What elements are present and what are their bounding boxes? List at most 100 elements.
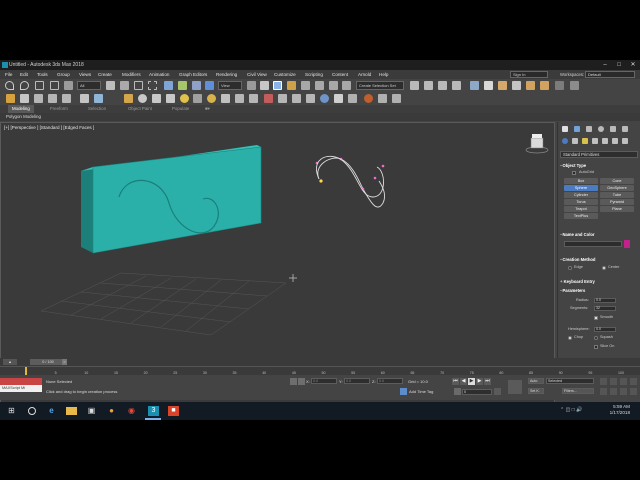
- zoom-extents-all-icon[interactable]: [630, 378, 637, 385]
- object-name-field[interactable]: [564, 241, 622, 247]
- keyboard-entry-rollout[interactable]: Keyboard Entry: [560, 278, 638, 285]
- edit-named-sets-icon[interactable]: [342, 81, 351, 90]
- render-options-icon[interactable]: [378, 94, 387, 103]
- z-coordinate-field[interactable]: 0.0: [377, 378, 403, 384]
- center-radio[interactable]: [602, 266, 606, 270]
- toggle-scene-explorer-icon[interactable]: [438, 81, 447, 90]
- taper-icon[interactable]: [306, 94, 315, 103]
- mini-curve-editor-icon[interactable]: ▲: [3, 359, 17, 365]
- scene-explorer-icon[interactable]: [34, 94, 43, 103]
- cone-button[interactable]: Cone: [600, 178, 634, 184]
- file-explorer-icon[interactable]: [66, 407, 77, 415]
- rect-selection-icon[interactable]: [134, 81, 143, 90]
- isolate-selection-icon[interactable]: [290, 378, 297, 385]
- maximize-viewport-icon[interactable]: [630, 388, 637, 395]
- set-key-icon[interactable]: [508, 380, 522, 394]
- space-warps-icon[interactable]: [612, 138, 618, 144]
- menu-edit[interactable]: Edit: [20, 70, 28, 79]
- box-button[interactable]: Box: [564, 178, 598, 184]
- maxscript-field[interactable]: MAXScript Mi: [0, 385, 42, 392]
- key-mode-icon[interactable]: [454, 388, 461, 395]
- rendered-frame-window-icon[interactable]: [526, 81, 535, 90]
- menu-rendering[interactable]: Rendering: [216, 70, 237, 79]
- name-and-color-rollout[interactable]: Name and Color: [560, 231, 638, 238]
- motion-panel-icon[interactable]: [598, 126, 604, 132]
- modifier-list-icon[interactable]: [278, 94, 287, 103]
- recorder-taskbar-icon[interactable]: ■: [168, 406, 179, 416]
- light-icon[interactable]: [180, 94, 189, 103]
- viewcube-icon[interactable]: [525, 134, 549, 154]
- camera-icon[interactable]: [193, 94, 202, 103]
- hierarchy-icon[interactable]: [62, 94, 71, 103]
- creation-method-rollout[interactable]: Creation Method: [560, 256, 638, 263]
- keyboard-shortcut-icon[interactable]: [273, 81, 282, 90]
- object-color-swatch[interactable]: [624, 240, 630, 248]
- tab-modeling[interactable]: Modeling: [8, 105, 34, 113]
- scale-icon[interactable]: [192, 81, 201, 90]
- systems-icon[interactable]: [622, 138, 628, 144]
- curve-editor-icon[interactable]: [470, 81, 479, 90]
- add-time-tag[interactable]: Add Time Tag: [409, 389, 433, 394]
- link-icon[interactable]: [35, 81, 44, 90]
- sun-icon[interactable]: [207, 94, 216, 103]
- object-type-rollout[interactable]: Object Type: [560, 162, 638, 169]
- store-icon[interactable]: ▣: [86, 406, 97, 416]
- display-panel-icon[interactable]: [610, 126, 616, 132]
- select-manipulate-icon[interactable]: [260, 81, 269, 90]
- pyramid-button[interactable]: Pyramid: [600, 199, 634, 205]
- cylinder-icon[interactable]: [138, 94, 147, 103]
- tab-freeform[interactable]: Freeform: [50, 105, 68, 113]
- y-coordinate-field[interactable]: 0.0: [344, 378, 370, 384]
- time-slider-thumb[interactable]: 0 / 100: [30, 359, 66, 365]
- place-icon[interactable]: [205, 81, 214, 90]
- menu-views[interactable]: Views: [79, 70, 91, 79]
- menu-tools[interactable]: Tools: [37, 70, 48, 79]
- menu-modifiers[interactable]: Modifiers: [122, 70, 141, 79]
- angle-snap-icon[interactable]: [301, 81, 310, 90]
- particle-icon[interactable]: [264, 94, 273, 103]
- box-object[interactable]: [81, 145, 262, 254]
- go-to-end-icon[interactable]: ⏭: [484, 378, 491, 385]
- primitive-type-dropdown[interactable]: Standard Primitives: [560, 151, 638, 158]
- track-bar[interactable]: 0 5 10 15 20 25 30 35 40 45 50 55 60 65 70 75 80 85 90 95 10…: [0, 366, 640, 375]
- menu-create[interactable]: Create: [98, 70, 112, 79]
- slice-on-checkbox[interactable]: [594, 345, 598, 349]
- teapot-button[interactable]: Teapot: [564, 206, 598, 212]
- align-icon[interactable]: [424, 81, 433, 90]
- render-production-icon[interactable]: [540, 81, 549, 90]
- arnold-icon[interactable]: [364, 94, 373, 103]
- maxscript-listener-mini[interactable]: [0, 378, 42, 385]
- mirror-icon[interactable]: [410, 81, 419, 90]
- cameras-icon[interactable]: [592, 138, 598, 144]
- radius-spinner[interactable]: 0.0: [594, 298, 616, 303]
- next-frame-icon[interactable]: >: [62, 359, 67, 365]
- sign-in-dropdown[interactable]: Sign In: [510, 71, 548, 78]
- close-icon[interactable]: ✕: [626, 60, 640, 70]
- render-icon[interactable]: [334, 94, 343, 103]
- menu-animation[interactable]: Animation: [149, 70, 169, 79]
- system-icon[interactable]: [249, 94, 258, 103]
- modify-panel-icon[interactable]: [574, 126, 580, 132]
- redo-icon[interactable]: [20, 81, 29, 90]
- sphere-button[interactable]: Sphere: [564, 185, 598, 191]
- zoom-icon[interactable]: [600, 378, 607, 385]
- window-crossing-icon[interactable]: [148, 81, 157, 90]
- toggle-layer-explorer-icon[interactable]: [452, 81, 461, 90]
- helper-icon[interactable]: [221, 94, 230, 103]
- layer-manager-icon[interactable]: [20, 94, 29, 103]
- smooth-checkbox[interactable]: [594, 316, 598, 320]
- tab-object-paint[interactable]: Object Paint: [128, 105, 152, 113]
- cylinder-button[interactable]: Cylinder: [564, 192, 598, 198]
- create-icon[interactable]: [80, 94, 89, 103]
- select-object-icon[interactable]: [106, 81, 115, 90]
- shapes-icon[interactable]: [572, 138, 578, 144]
- x-coordinate-field[interactable]: 0.0: [311, 378, 337, 384]
- menu-customize[interactable]: Customize: [274, 70, 296, 79]
- menu-scripting[interactable]: Scripting: [305, 70, 323, 79]
- helpers-icon[interactable]: [602, 138, 608, 144]
- firefox-icon[interactable]: ●: [106, 406, 117, 416]
- viewport-label[interactable]: [+] [Perspective ] [Standard ] [Edged Fa…: [4, 125, 94, 130]
- rotate-icon[interactable]: [178, 81, 187, 90]
- render-in-cloud-icon[interactable]: [555, 81, 564, 90]
- materials-icon[interactable]: [320, 94, 329, 103]
